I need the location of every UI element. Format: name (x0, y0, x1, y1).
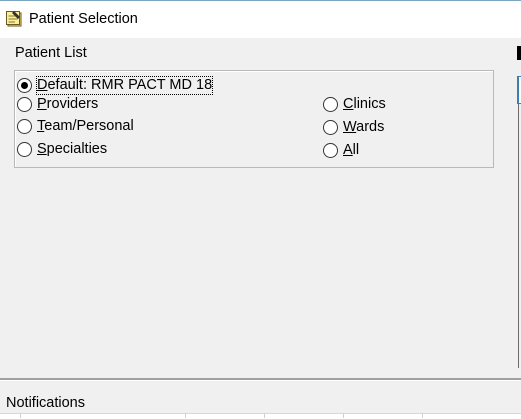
radio-wards-label[interactable]: Wards (343, 119, 384, 136)
radio-team-personal-circle[interactable] (17, 119, 32, 134)
notifications-column-divider[interactable] (185, 413, 186, 418)
right-panel-label-fragment (517, 46, 521, 60)
radio-default-label[interactable]: Default: RMR PACT MD 18 (35, 76, 214, 95)
title-bar[interactable]: Patient Selection (0, 0, 521, 38)
radio-team-personal-label[interactable]: Team/Personal (37, 118, 134, 135)
notifications-column-divider[interactable] (264, 413, 265, 418)
radio-providers-circle[interactable] (17, 97, 32, 112)
radio-default-circle[interactable] (17, 78, 32, 93)
notepad-icon (5, 10, 23, 28)
radio-specialties-label[interactable]: Specialties (37, 141, 107, 158)
panel-splitter[interactable] (0, 378, 521, 381)
right-panel-input-fragment[interactable] (517, 76, 521, 104)
notifications-column-divider[interactable] (343, 413, 344, 418)
radio-clinics-circle[interactable] (323, 97, 338, 112)
radio-all-label[interactable]: All (343, 142, 359, 159)
patient-list-label: Patient List (15, 45, 87, 61)
radio-providers-label[interactable]: Providers (37, 96, 98, 113)
radio-all-circle[interactable] (323, 143, 338, 158)
radio-wards-circle[interactable] (323, 120, 338, 135)
notifications-list-header[interactable] (0, 413, 521, 419)
notifications-label: Notifications (6, 395, 85, 411)
notifications-column-divider[interactable] (422, 413, 423, 418)
right-panel-border (518, 104, 519, 368)
window-title: Patient Selection (29, 11, 138, 27)
radio-specialties-circle[interactable] (17, 142, 32, 157)
notifications-column-divider[interactable] (20, 413, 21, 418)
radio-clinics-label[interactable]: Clinics (343, 96, 386, 113)
patient-list-group: Default: RMR PACT MD 18 Providers Team/P… (14, 70, 494, 168)
